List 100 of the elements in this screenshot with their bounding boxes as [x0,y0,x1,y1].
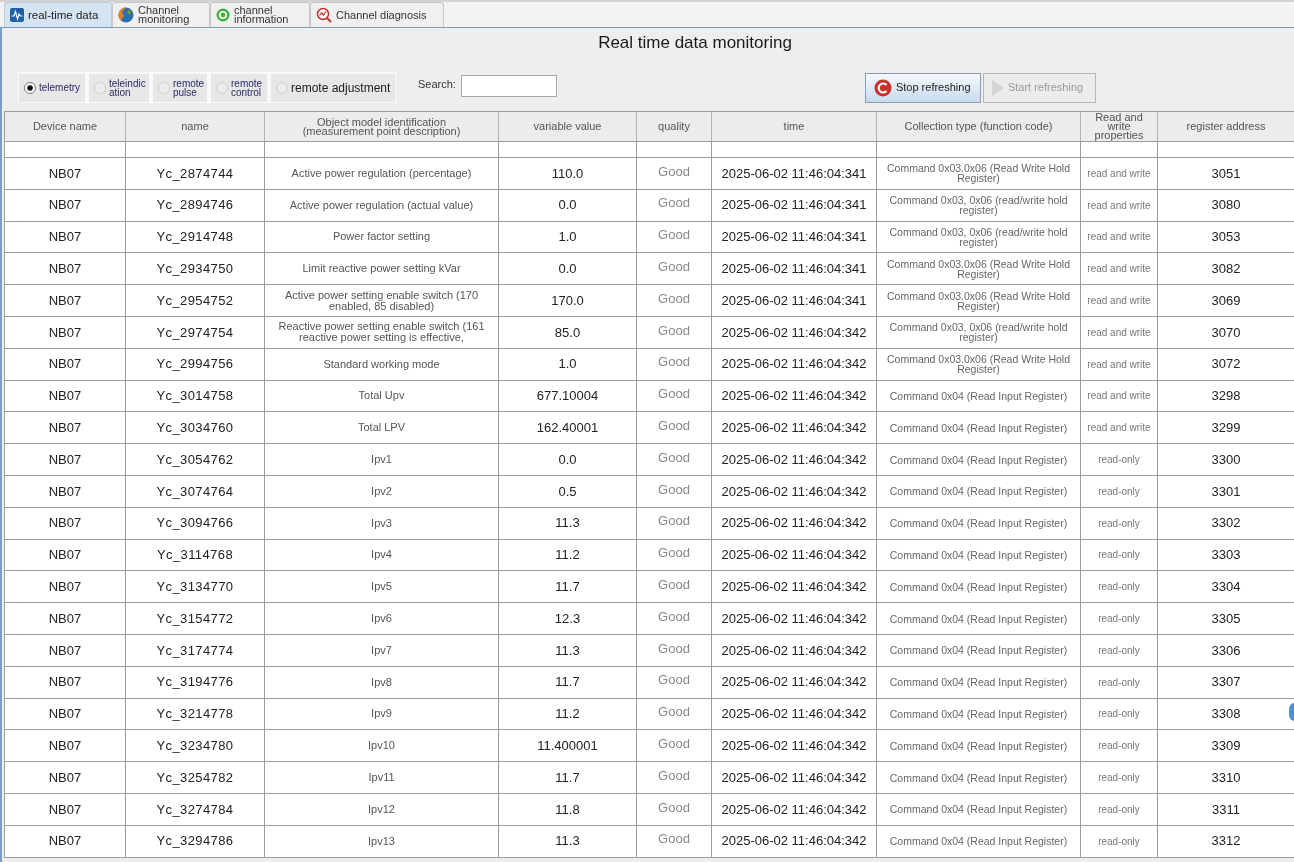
tab[interactable]: Channel diagnosis [310,2,444,27]
table-cell: Ipv13 [368,835,395,847]
table-cell-text: 3072 [1211,355,1241,374]
table-cell-text: Good [658,544,690,563]
table-cell: Ipv2 [371,485,392,497]
table-cell-text: read-only [1098,548,1140,563]
table-cell-text: Yc_2934750 [156,260,234,279]
table-cell-text: NB07 [48,291,82,310]
table-cell-text: 3070 [1211,323,1241,342]
table-cell-text: 3308 [1211,705,1241,724]
table-cell: Ipv11 [368,772,395,784]
table-cell-text: Good [658,798,690,817]
table-cell-text: Good [658,289,690,308]
table-cell-text: 11.7 [555,578,580,596]
refresh-button[interactable]: Stop refreshing [864,72,981,103]
table-cell-text: 162.40001 [536,419,599,437]
table-cell: Ipv6 [371,613,392,625]
table-cell-text: 3080 [1211,196,1241,215]
table-cell-text: 2025-06-02 11:46:04:342 [721,705,867,724]
table-cell-text: 11.8 [555,800,580,819]
table-cell-text: NB07 [48,705,82,724]
table-cell-text: Good [658,480,690,499]
table-cell: Active power regulation (actual value) [289,199,474,211]
radio-option[interactable]: remote adjustment [271,73,395,102]
table-cell-text: 2025-06-02 11:46:04:342 [721,641,867,660]
radio-option[interactable]: teleindication [89,73,149,102]
table-cell-text: 2025-06-02 11:46:04:341 [721,228,867,247]
table-cell: Command 0x04 (Read Input Register) [889,613,1068,624]
column-header: time [783,122,805,131]
table-cell: Command 0x04 (Read Input Register) [889,454,1068,465]
table-cell-text: 110.0 [551,164,584,183]
table-cell-text: NB07 [48,737,82,755]
table-cell: Command 0x04 (Read Input Register) [889,740,1068,751]
table-cell-text: read-only [1098,612,1140,627]
table-cell-text: read and write [1087,421,1151,436]
table-cell-text: 2025-06-02 11:46:04:342 [721,609,867,628]
table-cell: Limit reactive power setting kVar [302,263,461,275]
table-cell-text: 85.0 [554,323,581,342]
table-cell: Total Upv [358,390,405,402]
table-cell-text: Yc_2974754 [156,323,234,342]
table-cell-text: 11.2 [555,705,580,724]
table-cell-text: 2025-06-02 11:46:04:342 [721,387,867,406]
table-cell-text: 11.3 [555,832,580,851]
table-cell-text: Good [658,226,690,245]
table-cell: Ipv4 [371,549,392,561]
table-cell-text: NB07 [48,768,82,787]
table-cell-text: Good [658,576,690,594]
column-header: variable value [533,122,602,131]
radio-option[interactable]: remote control [211,73,267,102]
table-cell-text: 2025-06-02 11:46:04:342 [721,450,867,469]
table-cell-text: read-only [1098,834,1140,849]
table-cell-text: 3051 [1211,164,1241,183]
table-cell: Ipv1 [371,454,392,466]
table-cell: Ipv7 [371,644,392,656]
table-cell: Power factor setting [332,231,431,243]
table-cell-text: 2025-06-02 11:46:04:342 [721,514,867,533]
table-cell: Ipv9 [371,708,392,720]
table-cell-text: Yc_3174774 [156,641,234,660]
table-cell-text: Command 0x03, 0x06 (read/write hold register) [888,322,1069,343]
table-cell-text: 3298 [1211,387,1241,406]
tab[interactable]: Channel monitoring [112,2,210,27]
table-cell-text: read-only [1098,675,1140,690]
search-field[interactable] [460,75,557,97]
table-cell-text: NB07 [48,800,82,819]
waveform-icon [10,8,24,22]
table-cell-text: read-only [1098,707,1140,722]
table-cell-text: 2025-06-02 11:46:04:342 [721,323,867,342]
tab[interactable]: real-time data [4,2,112,27]
table-cell-text: NB07 [48,196,82,215]
table-cell-text: NB07 [48,514,82,533]
play-icon [991,79,1004,96]
table-cell-text: read-only [1098,739,1140,754]
table-cell: Command 0x04 (Read Input Register) [889,645,1068,656]
column-header: name [181,122,209,131]
table-cell-text: 2025-06-02 11:46:04:342 [721,673,867,692]
globe-icon [118,7,134,23]
table-cell-text: Yc_2874744 [156,164,234,183]
table-cell-text: Good [658,162,690,181]
table-cell-text: 0.5 [558,482,577,501]
ring-icon [216,8,230,22]
table-cell-text: NB07 [48,260,82,279]
table-cell: Command 0x04 (Read Input Register) [889,772,1068,783]
tab[interactable]: channel information [210,2,310,27]
table-cell-text: Good [658,194,690,213]
radio-option[interactable]: remote pulse [153,73,207,102]
table-cell-text: 12.3 [554,609,581,628]
table-cell: Command 0x04 (Read Input Register) [889,708,1068,719]
table-cell-text: 3306 [1211,641,1241,660]
table-cell-text: Command 0x03.0x06 (Read Write Hold Register) [885,354,1072,375]
column-header: quality [658,122,690,131]
column-header: Object model identification (measurement point description) [301,117,462,136]
table-cell-text: 11.2 [555,546,580,565]
table-cell-text: Yc_3234780 [156,737,234,755]
table-cell: Total LPV [357,422,406,434]
table-cell-text: read and write [1087,166,1151,181]
table-cell-text: Yc_3274784 [156,800,234,819]
table-cell-text: 11.3 [555,514,580,533]
radio-option[interactable]: telemetry [19,73,85,102]
table-cell-text: Good [658,735,690,753]
table-cell-text: 3309 [1211,737,1241,755]
